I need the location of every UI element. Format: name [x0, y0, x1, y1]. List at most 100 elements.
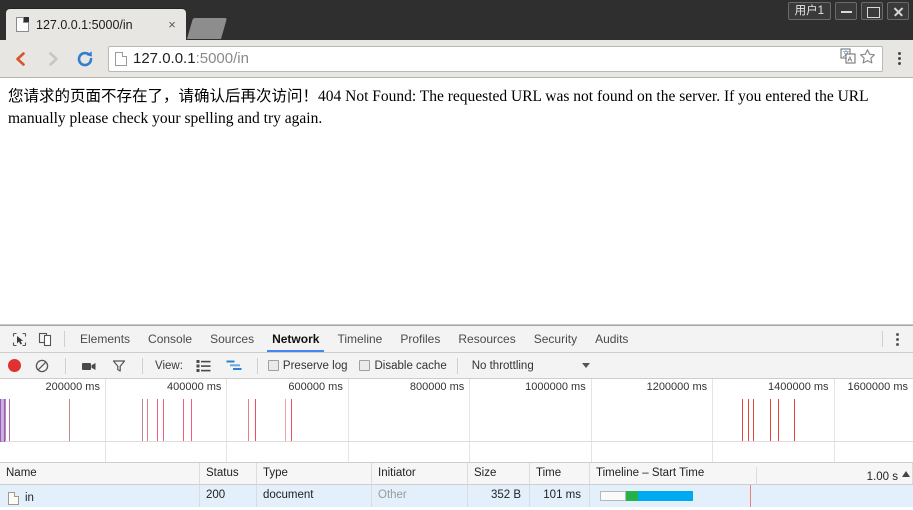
maximize-icon[interactable] — [861, 2, 883, 20]
devtools-panel: Elements Console Sources Network Timelin… — [0, 325, 913, 510]
timeline-gridline — [756, 467, 757, 484]
devtools-tab-elements[interactable]: Elements — [71, 326, 139, 352]
page-viewport: 您请求的页面不存在了，请确认后再次访问！404 Not Found: The r… — [0, 78, 913, 325]
table-header-row: Name Status Type Initiator Size Time Tim… — [0, 463, 913, 485]
list-view-icon[interactable] — [191, 353, 217, 379]
overview-gridline — [104, 379, 106, 462]
throttling-dropdown[interactable]: No throttling — [472, 360, 590, 372]
column-header-status[interactable]: Status — [200, 463, 257, 484]
svg-text:A: A — [848, 57, 853, 64]
checkbox-box — [359, 360, 371, 371]
overview-gridline — [833, 379, 835, 462]
device-toolbar-icon[interactable] — [32, 326, 58, 352]
overview-tick-label: 1400000 ms — [768, 381, 829, 393]
cell-initiator: Other — [372, 485, 468, 507]
waterfall-download-bar — [638, 491, 694, 501]
menu-dot — [895, 337, 899, 341]
overview-tick-label: 200000 ms — [45, 381, 100, 393]
toolbar-divider — [65, 357, 66, 374]
overview-event-line — [69, 399, 71, 442]
column-header-name[interactable]: Name — [0, 463, 200, 484]
column-header-size[interactable]: Size — [468, 463, 530, 484]
close-icon[interactable]: × — [164, 17, 180, 33]
page-icon — [115, 51, 127, 66]
preserve-log-label: Preserve log — [282, 359, 348, 372]
overview-tick-label: 1600000 ms — [847, 381, 908, 393]
overview-gridline — [469, 379, 471, 462]
url-bar-icons: 文 A — [840, 48, 876, 70]
devtools-tab-security[interactable]: Security — [525, 326, 586, 352]
checkbox-box — [267, 360, 279, 371]
browser-window: 127.0.0.1:5000/in × 用户1 127.0.0.1:5000/i… — [0, 0, 913, 510]
table-row[interactable]: in 200 document Other 352 B 101 ms — [0, 485, 913, 507]
waterfall-ttfb-bar — [625, 491, 639, 501]
window-controls: 用户1 — [787, 2, 909, 20]
column-header-timeline[interactable]: Timeline – Start Time 1.00 s — [590, 463, 913, 484]
close-window-icon[interactable] — [887, 2, 909, 20]
devtools-tab-resources[interactable]: Resources — [449, 326, 524, 352]
disable-cache-checkbox[interactable]: Disable cache — [359, 360, 447, 372]
sort-ascending-icon[interactable] — [902, 471, 910, 477]
back-icon[interactable] — [6, 44, 36, 74]
cell-type: document — [257, 485, 372, 507]
overview-event-line — [254, 399, 256, 442]
browser-tab[interactable]: 127.0.0.1:5000/in × — [6, 9, 186, 40]
timeline-scale-label: 1.00 s — [866, 471, 898, 483]
preserve-log-checkbox[interactable]: Preserve log — [267, 359, 348, 372]
url-bar[interactable]: 127.0.0.1:5000/in 文 A — [108, 45, 883, 72]
record-button[interactable] — [8, 359, 21, 372]
document-icon — [8, 491, 19, 505]
view-label: View: — [155, 359, 183, 372]
overview-event-line — [157, 399, 159, 442]
devtools-tab-network[interactable]: Network — [263, 326, 328, 352]
overview-event-line — [794, 399, 796, 442]
forward-icon[interactable] — [38, 44, 68, 74]
minimize-icon[interactable] — [835, 2, 857, 20]
devtools-tab-timeline[interactable]: Timeline — [328, 326, 391, 352]
devtools-tab-profiles[interactable]: Profiles — [391, 326, 449, 352]
column-header-initiator[interactable]: Initiator — [372, 463, 468, 484]
overview-tick-label: 400000 ms — [166, 381, 222, 393]
overview-event-line — [9, 399, 11, 442]
network-toolbar: View: Preserve log Disable cache No thro… — [0, 353, 913, 379]
filter-icon[interactable] — [106, 353, 132, 379]
overview-baseline — [0, 441, 913, 442]
browser-menu-icon[interactable] — [891, 46, 907, 72]
waterfall-event-marker — [750, 485, 751, 507]
menu-dot — [895, 342, 899, 346]
more-options-icon[interactable] — [889, 330, 905, 348]
overview-event-line — [284, 399, 286, 442]
bookmark-icon[interactable] — [859, 48, 876, 70]
devtools-tab-audits[interactable]: Audits — [586, 326, 637, 352]
translate-icon[interactable]: 文 A — [840, 48, 856, 69]
network-requests-table: Name Status Type Initiator Size Time Tim… — [0, 463, 913, 510]
toolbar-divider — [456, 357, 458, 374]
page-icon — [16, 17, 29, 32]
column-header-type[interactable]: Type — [257, 463, 372, 484]
column-header-time[interactable]: Time — [530, 463, 590, 484]
devtools-tabbar: Elements Console Sources Network Timelin… — [0, 326, 913, 353]
reload-icon[interactable] — [70, 44, 100, 74]
devtools-tab-console[interactable]: Console — [139, 326, 201, 352]
waterfall-queue-bar — [599, 491, 626, 501]
network-overview-timeline[interactable]: 200000 ms 400000 ms 600000 ms 800000 ms 1000… — [0, 379, 913, 463]
new-tab-button[interactable] — [186, 18, 228, 39]
devtools-tab-sources[interactable]: Sources — [201, 326, 263, 352]
waterfall-view-icon[interactable] — [221, 353, 247, 379]
overview-event-line — [141, 399, 143, 442]
menu-dot — [897, 52, 901, 55]
timeline-header-inner: Timeline – Start Time 1.00 s — [596, 467, 912, 484]
clear-icon[interactable] — [29, 353, 55, 379]
toolbar-divider — [882, 331, 883, 347]
menu-dot — [895, 332, 899, 336]
menu-dot — [897, 62, 901, 65]
inspect-element-icon[interactable] — [6, 326, 32, 352]
overview-event-line — [747, 399, 749, 442]
cell-size: 352 B — [468, 485, 530, 507]
capture-screenshots-icon[interactable] — [76, 353, 102, 379]
cell-name: in — [0, 485, 200, 507]
overview-selection-handle[interactable] — [0, 399, 5, 442]
request-name: in — [25, 492, 34, 504]
overview-gridline — [590, 379, 592, 462]
user-profile-chip[interactable]: 用户1 — [787, 2, 831, 20]
